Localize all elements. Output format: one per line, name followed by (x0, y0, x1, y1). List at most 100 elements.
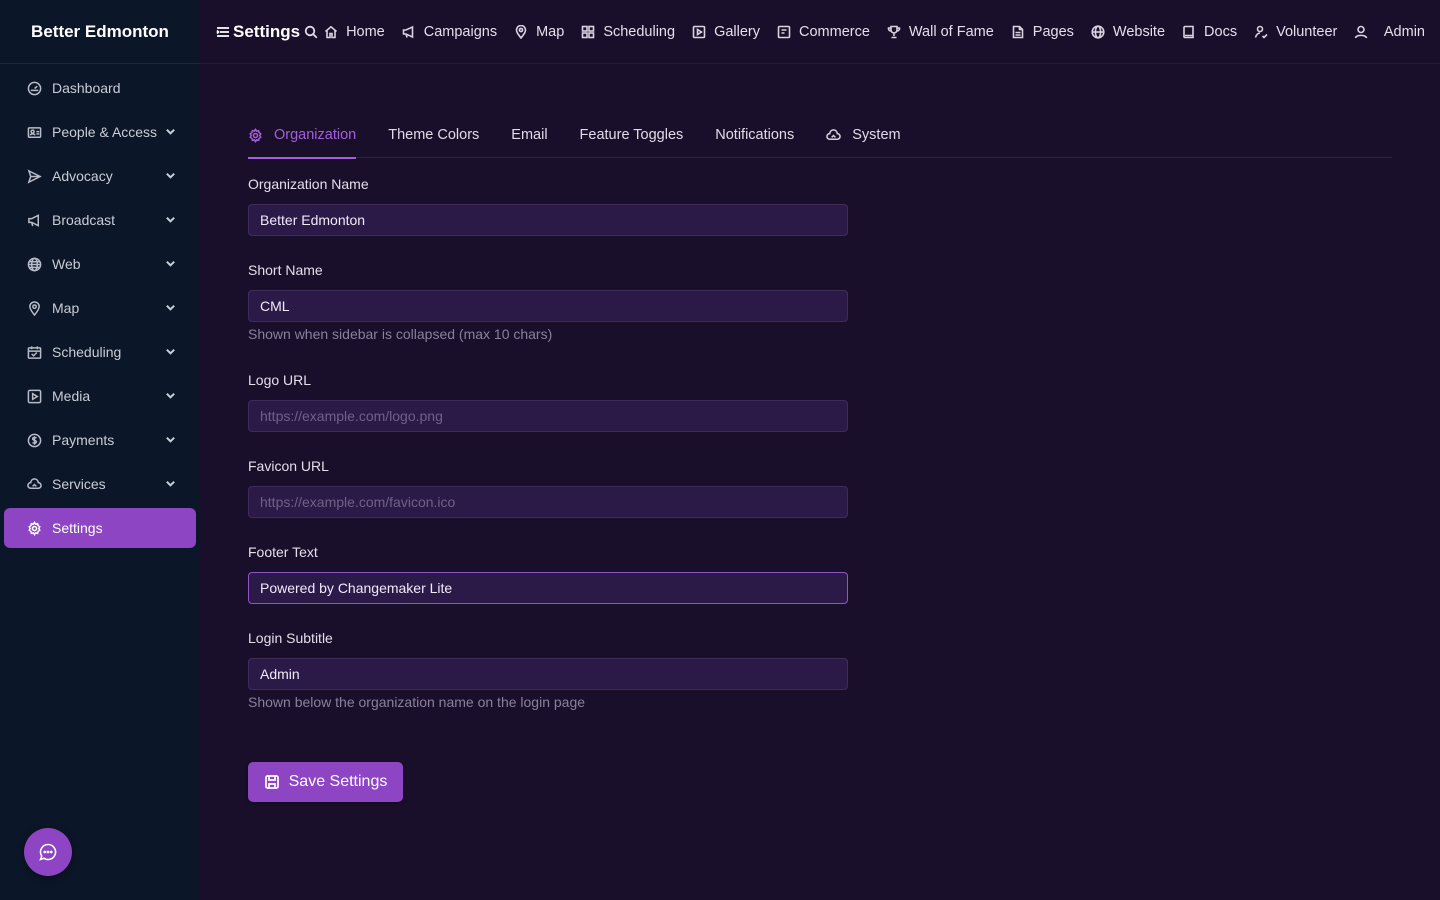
topnav-volunteer[interactable]: Volunteer (1254, 24, 1337, 40)
favicon-url-input[interactable] (248, 486, 848, 518)
megaphone-icon (26, 212, 42, 228)
tab-label: System (852, 127, 901, 143)
topnav-label: Website (1112, 23, 1166, 40)
chat-bubble-icon (38, 842, 58, 862)
topnav-scheduling[interactable]: Scheduling (581, 24, 675, 40)
sidebar-item-label: Broadcast (52, 212, 116, 228)
organization-settings-form: Organization Name Short Name Shown when … (248, 176, 848, 740)
chevron-down-icon (165, 432, 176, 448)
grid-icon (581, 25, 603, 39)
sidebar-item-label: People & Access (52, 124, 158, 140)
page-title-text: Settings (233, 21, 301, 41)
user-menu-label: Admin (1383, 24, 1425, 40)
people-icon (26, 124, 42, 140)
tab-organization[interactable]: Organization (248, 116, 357, 159)
favicon-url-group: Favicon URL (248, 458, 848, 544)
media-icon (26, 388, 42, 404)
dollar-icon (26, 432, 42, 448)
save-settings-button[interactable]: Save Settings (248, 762, 403, 802)
sidebar-item-broadcast[interactable]: Broadcast (4, 200, 196, 240)
sidebar-item-label: Settings (52, 520, 103, 536)
login-subtitle-label: Login Subtitle (248, 630, 333, 646)
topnav-wall-of-fame[interactable]: Wall of Fame (887, 24, 994, 40)
topnav-label: Wall of Fame (908, 23, 994, 40)
tab-system[interactable]: System (826, 116, 901, 158)
calendar-icon (26, 344, 42, 360)
tab-email[interactable]: Email (511, 116, 547, 158)
gear-icon (248, 127, 274, 143)
logo-url-label: Logo URL (248, 372, 312, 388)
tab-label: Notifications (715, 127, 795, 143)
login-subtitle-help: Shown below the organization name on the… (248, 694, 586, 710)
chevron-down-icon (165, 256, 176, 272)
login-subtitle-input[interactable] (248, 658, 848, 690)
favicon-url-label: Favicon URL (248, 458, 329, 474)
topnav-label: Scheduling (603, 23, 676, 40)
org-name-input[interactable] (248, 204, 848, 236)
send-icon (26, 168, 42, 184)
logo-url-input[interactable] (248, 400, 848, 432)
sidebar-item-media[interactable]: Media (4, 376, 196, 416)
sidebar-item-web[interactable]: Web (4, 244, 196, 284)
topnav-campaigns[interactable]: Campaigns (402, 24, 497, 40)
search-button[interactable] (304, 25, 318, 39)
chevron-down-icon (165, 212, 176, 228)
brand-title: Better Edmonton (0, 0, 200, 64)
topnav-docs[interactable]: Docs (1182, 24, 1237, 40)
menu-toggle-icon[interactable] (216, 25, 233, 39)
tab-notifications[interactable]: Notifications (715, 116, 794, 158)
sidebar-item-settings[interactable]: Settings (4, 508, 196, 548)
footer-text-label: Footer Text (248, 544, 318, 560)
chevron-down-icon (165, 476, 176, 492)
sidebar-item-label: Media (52, 388, 91, 404)
sidebar-item-map[interactable]: Map (4, 288, 196, 328)
tab-label: Email (511, 127, 548, 143)
page-title[interactable]: Settings (216, 22, 300, 42)
topnav-commerce[interactable]: Commerce (777, 24, 870, 40)
sidebar-item-label: Dashboard (52, 80, 121, 96)
sidebar-item-label: Web (52, 256, 81, 272)
gear-icon (26, 520, 42, 536)
short-name-help: Shown when sidebar is collapsed (max 10 … (248, 326, 553, 342)
topnav-website[interactable]: Website (1091, 24, 1165, 40)
topnav-gallery[interactable]: Gallery (692, 24, 760, 40)
tab-theme-colors[interactable]: Theme Colors (388, 116, 479, 158)
sidebar-item-scheduling[interactable]: Scheduling (4, 332, 196, 372)
topnav-label: Commerce (799, 23, 870, 40)
sidebar-item-label: Map (52, 300, 80, 316)
megaphone-icon (402, 25, 424, 39)
play-icon (692, 25, 714, 39)
short-name-input[interactable] (248, 290, 848, 322)
sidebar-nav: Dashboard People & Access Advocacy Broad… (0, 64, 200, 548)
logo-url-group: Logo URL (248, 372, 848, 458)
topnav-label: Pages (1032, 23, 1074, 40)
login-subtitle-group: Login Subtitle Shown below the organizat… (248, 630, 848, 740)
globe-icon (26, 256, 42, 272)
file-icon (1011, 25, 1033, 39)
sidebar-item-services[interactable]: Services (4, 464, 196, 504)
volunteer-icon (1254, 25, 1276, 39)
tab-feature-toggles[interactable]: Feature Toggles (580, 116, 684, 158)
short-name-group: Short Name Shown when sidebar is collaps… (248, 262, 848, 372)
sidebar-item-payments[interactable]: Payments (4, 420, 196, 460)
save-settings-label: Save Settings (288, 773, 388, 790)
book-icon (1182, 25, 1204, 39)
topnav-map[interactable]: Map (514, 24, 564, 40)
tab-label: Feature Toggles (579, 127, 684, 143)
sidebar-item-label: Advocacy (52, 168, 113, 184)
chevron-down-icon (165, 124, 176, 140)
trophy-icon (887, 25, 909, 39)
sidebar-item-dashboard[interactable]: Dashboard (4, 68, 196, 108)
sidebar-item-label: Scheduling (52, 344, 122, 360)
footer-text-input[interactable] (248, 572, 848, 604)
globe-icon (1091, 24, 1113, 39)
sidebar-item-advocacy[interactable]: Advocacy (4, 156, 196, 196)
chevron-down-icon (165, 344, 176, 360)
user-menu[interactable]: Admin (1354, 0, 1425, 64)
topnav-home[interactable]: Home (324, 24, 385, 40)
topnav-pages[interactable]: Pages (1011, 24, 1074, 40)
chat-button[interactable] (24, 828, 72, 876)
sidebar-item-people-access[interactable]: People & Access (4, 112, 196, 152)
home-icon (324, 25, 346, 39)
settings-tabs: Organization Theme Colors Email Feature … (248, 116, 1392, 159)
